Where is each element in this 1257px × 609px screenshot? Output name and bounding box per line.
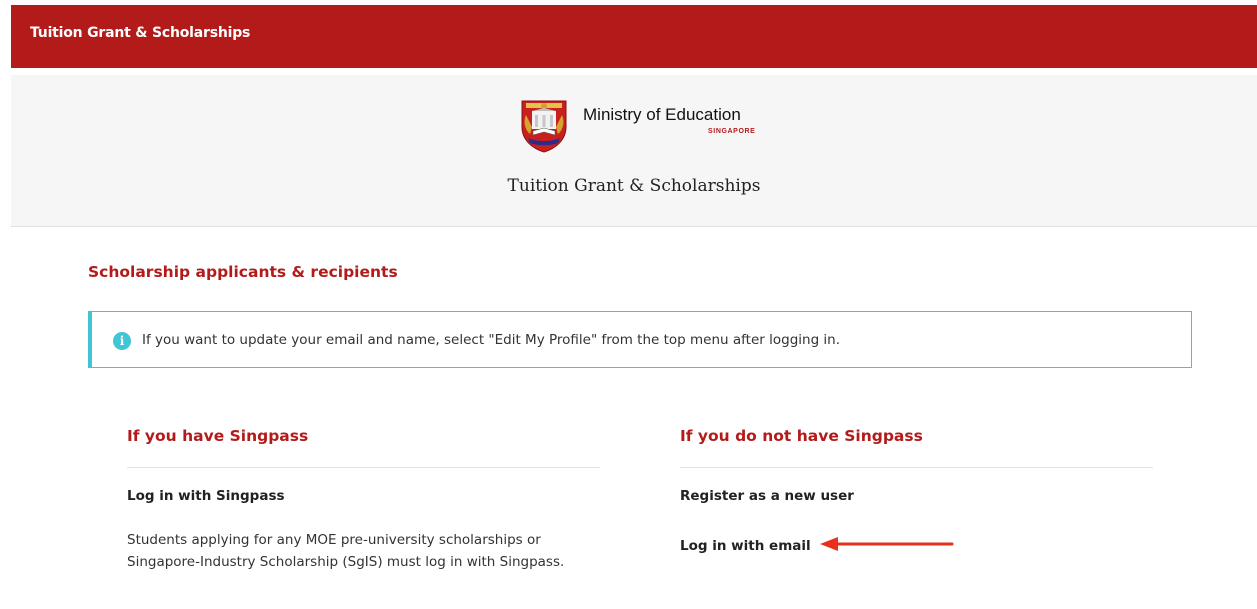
top-bar: Tuition Grant & Scholarships	[11, 5, 1257, 68]
info-alert: i If you want to update your email and n…	[88, 311, 1192, 368]
login-singpass-link[interactable]: Log in with Singpass	[127, 488, 285, 504]
ministry-name: Ministry of Education	[583, 105, 741, 124]
register-link[interactable]: Register as a new user	[680, 488, 854, 504]
left-arrow-icon	[820, 537, 954, 551]
no-singpass-column: If you do not have Singpass Register as …	[680, 427, 1153, 555]
divider	[680, 467, 1153, 468]
topbar-title[interactable]: Tuition Grant & Scholarships	[30, 25, 250, 41]
singpass-heading: If you have Singpass	[127, 427, 309, 445]
site-header: Ministry of Education SINGAPORE Tuition …	[11, 75, 1257, 227]
ministry-country: SINGAPORE	[708, 128, 756, 135]
email-login-row: Log in with email	[680, 535, 1153, 555]
info-icon: i	[113, 332, 131, 350]
moe-logo[interactable]: Ministry of Education SINGAPORE	[518, 97, 778, 153]
singpass-note: Students applying for any MOE pre-univer…	[127, 532, 565, 570]
singpass-column: If you have Singpass Log in with Singpas…	[127, 427, 600, 573]
divider	[127, 467, 600, 468]
site-title: Tuition Grant & Scholarships	[507, 176, 761, 196]
section-title: Scholarship applicants & recipients	[88, 263, 398, 281]
login-email-link[interactable]: Log in with email	[680, 538, 811, 554]
info-text: If you want to update your email and nam…	[142, 332, 841, 348]
no-singpass-heading: If you do not have Singpass	[680, 427, 923, 445]
moe-crest-icon	[521, 100, 567, 153]
